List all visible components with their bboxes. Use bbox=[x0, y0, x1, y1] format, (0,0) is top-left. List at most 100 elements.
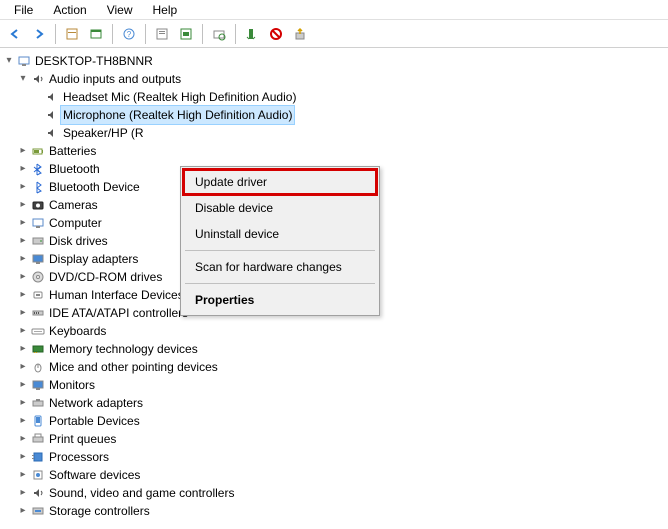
expand-icon[interactable]: ▸ bbox=[16, 268, 30, 286]
audio-icon bbox=[30, 71, 46, 87]
root-node[interactable]: DESKTOP-TH8BNNR bbox=[35, 52, 153, 70]
help-icon[interactable]: ? bbox=[118, 23, 140, 45]
menu-action[interactable]: Action bbox=[43, 2, 96, 17]
expand-icon[interactable]: ▸ bbox=[16, 232, 30, 250]
category-item[interactable]: Storage controllers bbox=[49, 502, 150, 520]
category-icon bbox=[30, 395, 46, 411]
expand-icon[interactable]: ▸ bbox=[16, 502, 30, 520]
category-item[interactable]: Monitors bbox=[49, 376, 95, 394]
svg-text:?: ? bbox=[127, 30, 132, 39]
category-icon bbox=[30, 287, 46, 303]
expand-icon[interactable]: ▸ bbox=[16, 304, 30, 322]
category-audio[interactable]: Audio inputs and outputs bbox=[49, 70, 181, 88]
show-hide-icon[interactable] bbox=[61, 23, 83, 45]
category-item[interactable]: Display adapters bbox=[49, 250, 138, 268]
speaker-icon bbox=[44, 89, 60, 105]
expand-icon[interactable]: ▸ bbox=[16, 142, 30, 160]
ctx-properties[interactable]: Properties bbox=[183, 287, 377, 313]
category-icon bbox=[30, 341, 46, 357]
category-icon bbox=[30, 413, 46, 429]
category-item[interactable]: Portable Devices bbox=[49, 412, 140, 430]
expand-icon[interactable]: ▸ bbox=[16, 358, 30, 376]
device-speaker-hp[interactable]: Speaker/HP (R bbox=[63, 124, 143, 142]
back-button[interactable] bbox=[4, 23, 26, 45]
details-icon[interactable] bbox=[175, 23, 197, 45]
enable-icon[interactable] bbox=[241, 23, 263, 45]
category-item[interactable]: Human Interface Devices bbox=[49, 286, 184, 304]
collapse-icon[interactable]: ▾ bbox=[2, 52, 16, 70]
category-item[interactable]: Software devices bbox=[49, 466, 140, 484]
category-icon bbox=[30, 233, 46, 249]
category-item[interactable]: Sound, video and game controllers bbox=[49, 484, 234, 502]
category-item[interactable]: Memory technology devices bbox=[49, 340, 198, 358]
expand-icon[interactable]: ▸ bbox=[16, 430, 30, 448]
context-menu: Update driver Disable device Uninstall d… bbox=[180, 166, 380, 316]
device-microphone-selected[interactable]: Microphone (Realtek High Definition Audi… bbox=[60, 105, 295, 125]
device-headset-mic[interactable]: Headset Mic (Realtek High Definition Aud… bbox=[63, 88, 296, 106]
expand-icon[interactable]: ▸ bbox=[16, 448, 30, 466]
forward-button[interactable] bbox=[28, 23, 50, 45]
collapse-icon[interactable]: ▾ bbox=[16, 70, 30, 88]
category-item[interactable]: DVD/CD-ROM drives bbox=[49, 268, 162, 286]
category-icon bbox=[30, 323, 46, 339]
device-tree[interactable]: ▾ DESKTOP-TH8BNNR ▾ Audio inputs and out… bbox=[0, 48, 668, 528]
category-item[interactable]: Cameras bbox=[49, 196, 98, 214]
speaker-icon bbox=[44, 125, 60, 141]
menu-help[interactable]: Help bbox=[143, 2, 188, 17]
expand-icon[interactable]: ▸ bbox=[16, 196, 30, 214]
category-icon bbox=[30, 251, 46, 267]
speaker-icon bbox=[44, 107, 60, 123]
expand-icon[interactable]: ▸ bbox=[16, 394, 30, 412]
expand-icon[interactable]: ▸ bbox=[16, 250, 30, 268]
expand-icon[interactable]: ▸ bbox=[16, 340, 30, 358]
category-icon bbox=[30, 305, 46, 321]
expand-icon[interactable]: ▸ bbox=[16, 322, 30, 340]
category-icon bbox=[30, 359, 46, 375]
expand-icon[interactable]: ▸ bbox=[16, 178, 30, 196]
category-item[interactable]: Disk drives bbox=[49, 232, 108, 250]
category-icon bbox=[30, 467, 46, 483]
expand-icon[interactable]: ▸ bbox=[16, 376, 30, 394]
category-icon bbox=[30, 449, 46, 465]
category-icon bbox=[30, 197, 46, 213]
category-item[interactable]: IDE ATA/ATAPI controllers bbox=[49, 304, 188, 322]
expand-icon[interactable]: ▸ bbox=[16, 286, 30, 304]
toolbar: ? bbox=[0, 20, 668, 48]
category-item[interactable]: Keyboards bbox=[49, 322, 106, 340]
computer-icon bbox=[16, 53, 32, 69]
menubar: File Action View Help bbox=[0, 0, 668, 20]
category-item[interactable]: Mice and other pointing devices bbox=[49, 358, 218, 376]
ctx-scan-hardware[interactable]: Scan for hardware changes bbox=[183, 254, 377, 280]
category-icon bbox=[30, 179, 46, 195]
menu-file[interactable]: File bbox=[4, 2, 43, 17]
ctx-update-driver[interactable]: Update driver bbox=[182, 168, 378, 196]
expand-icon[interactable]: ▸ bbox=[16, 412, 30, 430]
expand-icon[interactable]: ▸ bbox=[16, 160, 30, 178]
category-item[interactable]: Bluetooth bbox=[49, 160, 100, 178]
options-icon[interactable] bbox=[85, 23, 107, 45]
scan-icon[interactable] bbox=[208, 23, 230, 45]
properties-icon[interactable] bbox=[151, 23, 173, 45]
category-icon bbox=[30, 143, 46, 159]
category-icon bbox=[30, 431, 46, 447]
expand-icon[interactable]: ▸ bbox=[16, 214, 30, 232]
category-item[interactable]: Bluetooth Device bbox=[49, 178, 140, 196]
expand-icon[interactable]: ▸ bbox=[16, 484, 30, 502]
category-icon bbox=[30, 503, 46, 519]
category-item[interactable]: Batteries bbox=[49, 142, 96, 160]
category-item[interactable]: Computer bbox=[49, 214, 102, 232]
category-icon bbox=[30, 485, 46, 501]
disable-icon[interactable] bbox=[265, 23, 287, 45]
category-item[interactable]: Print queues bbox=[49, 430, 116, 448]
category-item[interactable]: Processors bbox=[49, 448, 109, 466]
update-driver-icon[interactable] bbox=[289, 23, 311, 45]
category-icon bbox=[30, 161, 46, 177]
ctx-disable-device[interactable]: Disable device bbox=[183, 195, 377, 221]
separator bbox=[185, 283, 375, 284]
separator bbox=[185, 250, 375, 251]
menu-view[interactable]: View bbox=[97, 2, 143, 17]
category-item[interactable]: Network adapters bbox=[49, 394, 143, 412]
expand-icon[interactable]: ▸ bbox=[16, 466, 30, 484]
category-icon bbox=[30, 377, 46, 393]
ctx-uninstall-device[interactable]: Uninstall device bbox=[183, 221, 377, 247]
